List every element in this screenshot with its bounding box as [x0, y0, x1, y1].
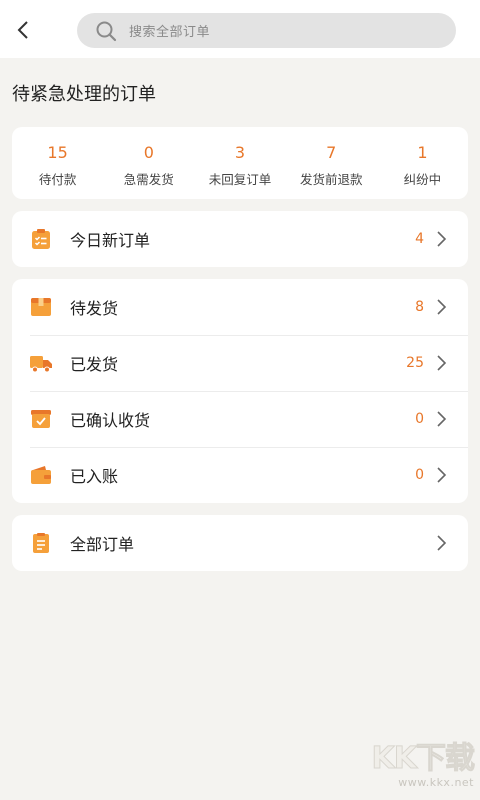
- stat-label: 纠纷中: [403, 172, 442, 187]
- stat-label: 急需发货: [123, 172, 174, 187]
- stat-label: 发货前退款: [299, 172, 363, 187]
- row-count: 25: [406, 355, 424, 371]
- settled-row[interactable]: 已入账 0: [12, 447, 468, 503]
- stat-in-dispute[interactable]: 1 纠纷中: [377, 127, 468, 199]
- row-count: 0: [415, 411, 424, 427]
- section-title: 待紧急处理的订单: [12, 84, 156, 105]
- all-orders-card: 全部订单: [12, 515, 468, 571]
- clipboard-list-icon: [30, 228, 52, 250]
- chevron-right-icon: [432, 297, 452, 317]
- shipped-row[interactable]: 已发货 25: [12, 335, 468, 391]
- stat-pending-payment[interactable]: 15 待付款: [12, 127, 103, 199]
- stat-value: 15: [47, 143, 68, 162]
- row-label: 今日新订单: [70, 231, 151, 250]
- stat-label: 待付款: [38, 172, 77, 187]
- stat-value: 0: [143, 143, 154, 162]
- watermark-logo: KK下载: [371, 741, 476, 776]
- stat-unreplied[interactable]: 3 未回复订单: [194, 127, 285, 199]
- watermark: KK下载 www.kkx.net: [354, 741, 476, 792]
- chevron-left-icon: [17, 21, 28, 39]
- today-orders-card: 今日新订单 4: [12, 211, 468, 267]
- back-button[interactable]: [10, 16, 36, 44]
- truck-icon: [30, 352, 52, 374]
- chevron-right-icon: [432, 465, 452, 485]
- stat-value: 3: [234, 143, 246, 162]
- row-count: 8: [415, 299, 424, 315]
- row-count: 0: [415, 467, 424, 483]
- received-row[interactable]: 已确认收货 0: [12, 391, 468, 447]
- check-box-icon: [30, 408, 52, 430]
- chevron-right-icon: [432, 353, 452, 373]
- row-label: 待发货: [70, 299, 119, 318]
- chevron-right-icon: [432, 409, 452, 429]
- to-ship-row[interactable]: 待发货 8: [12, 279, 468, 335]
- search-placeholder: 搜索全部订单: [129, 25, 211, 40]
- search-icon: [95, 20, 117, 42]
- chevron-right-icon: [432, 533, 452, 553]
- stat-value: 1: [417, 143, 428, 162]
- urgent-stats-card: 15 待付款 0 急需发货 3 未回复订单 7 发货前退款 1 纠纷中: [12, 127, 468, 199]
- all-orders-row[interactable]: 全部订单: [12, 515, 468, 571]
- top-bar: 搜索全部订单: [0, 0, 480, 58]
- search-input[interactable]: 搜索全部订单: [77, 13, 456, 48]
- today-new-orders-row[interactable]: 今日新订单 4: [12, 211, 468, 267]
- row-label: 已确认收货: [70, 411, 151, 430]
- chevron-right-icon: [432, 229, 452, 249]
- row-label: 已发货: [70, 355, 119, 374]
- stat-urgent-shipping[interactable]: 0 急需发货: [103, 127, 194, 199]
- row-count: 4: [415, 231, 424, 247]
- stat-label: 未回复订单: [208, 172, 272, 187]
- box-icon: [30, 296, 52, 318]
- stat-value: 7: [326, 143, 337, 162]
- order-status-card: 待发货 8 已发货 25 已确认收货 0 已入账 0: [12, 279, 468, 503]
- row-label: 全部订单: [70, 535, 135, 554]
- document-icon: [30, 532, 52, 554]
- stat-refund-before-shipping[interactable]: 7 发货前退款: [286, 127, 377, 199]
- row-label: 已入账: [70, 467, 119, 486]
- watermark-url: www.kkx.net: [398, 776, 474, 789]
- wallet-icon: [30, 464, 52, 486]
